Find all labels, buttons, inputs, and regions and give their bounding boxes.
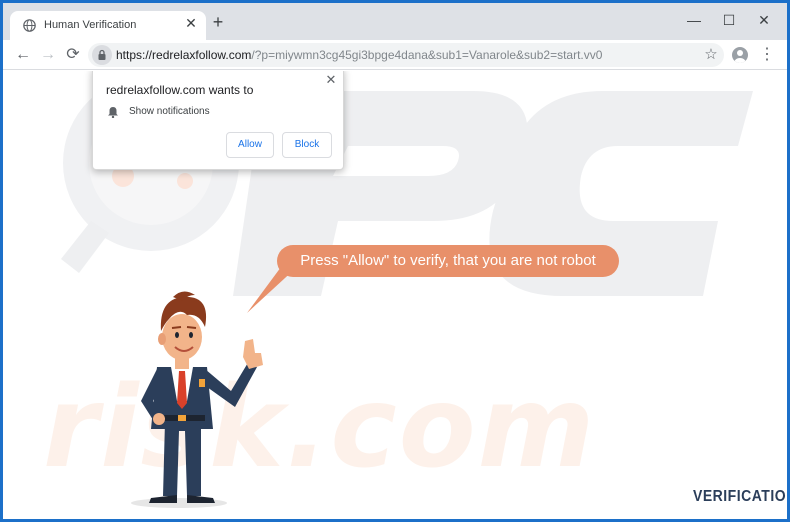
- speech-bubble: Press "Allow" to verify, that you are no…: [277, 245, 619, 277]
- globe-icon: [23, 19, 36, 32]
- popup-title: redrelaxfollow.com wants to: [106, 83, 254, 97]
- url-text[interactable]: https://redrelaxfollow.com/?p=miywmn3cg4…: [116, 48, 602, 62]
- permission-text: Show notifications: [129, 106, 210, 117]
- lock-icon: [98, 49, 106, 60]
- user-avatar-icon[interactable]: [732, 47, 748, 63]
- businessman-illustration: [131, 291, 263, 508]
- url-host: https://redrelaxfollow.com: [116, 48, 252, 62]
- brand-logo: VERIFICATION: [693, 486, 787, 505]
- tab-strip: Human Verification ✕ + — ☐ ✕: [3, 3, 787, 40]
- tab-human-verification[interactable]: Human Verification ✕: [10, 11, 206, 40]
- popup-close-icon[interactable]: ✕: [324, 73, 338, 87]
- notification-permission-popup: redrelaxfollow.com wants to ✕ Show notif…: [92, 71, 344, 170]
- new-tab-button[interactable]: +: [209, 13, 227, 31]
- speech-bubble-text: Press "Allow" to verify, that you are no…: [300, 252, 596, 269]
- maximize-button[interactable]: ☐: [719, 11, 739, 29]
- window-close-button[interactable]: ✕: [754, 11, 774, 29]
- url-path: /?p=miywmn3cg45gi3bpge4dana&sub1=Vanarol…: [251, 48, 603, 62]
- user-silhouette-icon: [734, 50, 746, 63]
- reload-button[interactable]: ⟳: [63, 45, 83, 65]
- address-bar[interactable]: https://redrelaxfollow.com/?p=miywmn3cg4…: [88, 43, 724, 67]
- bell-icon: [108, 107, 118, 118]
- browser-menu-button[interactable]: ⋮: [759, 45, 775, 65]
- browser-toolbar: ← → ⟳ https://redrelaxfollow.com/?p=miyw…: [3, 40, 787, 70]
- page-content: risk.com Press "Allow" to verify, that y…: [3, 71, 787, 519]
- bookmark-star-icon[interactable]: ☆: [702, 45, 720, 65]
- back-button[interactable]: ←: [13, 45, 33, 65]
- tab-close-icon[interactable]: ✕: [184, 16, 198, 30]
- minimize-button[interactable]: —: [684, 11, 704, 29]
- forward-button[interactable]: →: [38, 45, 58, 65]
- allow-button[interactable]: Allow: [226, 132, 274, 158]
- site-info-button[interactable]: [92, 45, 112, 65]
- browser-window: Human Verification ✕ + — ☐ ✕ ← → ⟳ https…: [3, 3, 787, 519]
- tab-title: Human Verification: [44, 19, 137, 31]
- block-button[interactable]: Block: [282, 132, 332, 158]
